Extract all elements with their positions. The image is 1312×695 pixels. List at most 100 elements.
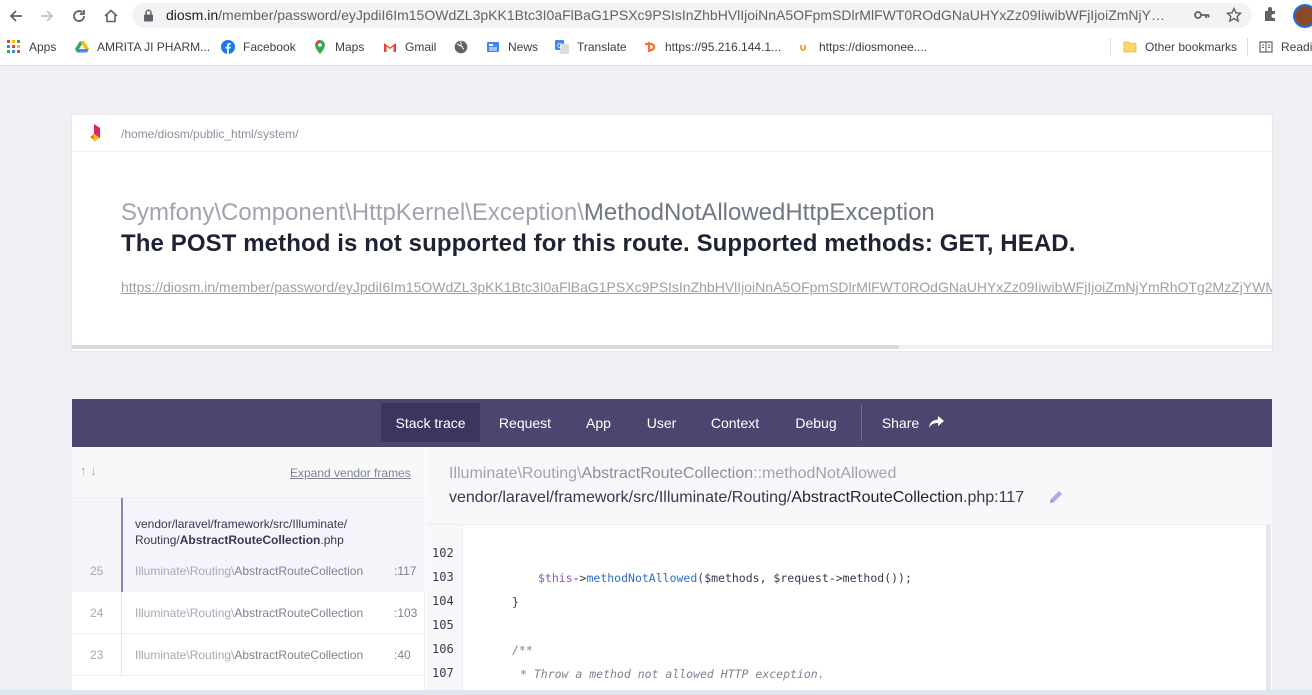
frame-number: 24 (90, 606, 104, 620)
bookmark-label: Apps (29, 40, 57, 54)
bookmark-facebook[interactable]: Facebook (221, 39, 296, 55)
frame-row[interactable]: 25 Illuminate\Routing\AbstractRouteColle… (72, 550, 425, 592)
scroll-thumb[interactable] (72, 345, 899, 349)
bookmark-gmail[interactable]: Gmail (383, 39, 436, 55)
tab-context[interactable]: Context (702, 403, 768, 442)
frame-class: Illuminate\Routing\AbstractRouteCollecti… (135, 606, 363, 620)
line-number[interactable]: 107 (432, 666, 454, 680)
reading-list-icon (1259, 41, 1273, 53)
ignition-logo-icon (90, 124, 100, 142)
method-class: AbstractRouteCollection (581, 465, 754, 482)
browser-chrome: diosm.in/member/password/eyJpdiI6Im15OWd… (0, 0, 1312, 66)
reload-button[interactable] (67, 4, 91, 28)
bookmark-globe[interactable] (454, 39, 476, 55)
code-viewer: 102 103 104 105 106 107 $this->methodNot… (426, 525, 1272, 695)
folder-icon (1123, 41, 1137, 53)
bookmark-reading-list[interactable]: Readi (1259, 39, 1312, 55)
tab-debug[interactable]: Debug (784, 403, 848, 442)
line-number[interactable]: 106 (432, 642, 454, 656)
frame-line: :40 (394, 648, 411, 662)
bookmark-apps[interactable]: Apps (7, 39, 56, 55)
tab-user[interactable]: User (638, 403, 685, 442)
apps-grid-icon (7, 40, 20, 53)
frame-method: Illuminate\Routing\AbstractRouteCollecti… (449, 465, 896, 483)
home-button[interactable] (99, 4, 123, 28)
bookmark-other[interactable]: Other bookmarks (1123, 39, 1237, 55)
bookmark-label: AMRITA JI PHARM... (97, 40, 211, 54)
line-number[interactable]: 102 (432, 546, 454, 560)
address-bar[interactable]: diosm.in/member/password/eyJpdiI6Im15OWd… (132, 3, 1252, 28)
expand-vendor-frames-link[interactable]: Expand vendor frames (290, 466, 411, 480)
active-frame[interactable]: vendor/laravel/framework/src/Illuminate/… (72, 498, 425, 592)
forward-arrow-icon (41, 10, 54, 22)
arrow-down-icon[interactable]: ↓ (90, 463, 97, 478)
drive-icon (75, 41, 89, 53)
code-line-107: * Throw a method not allowed HTTP except… (520, 667, 825, 681)
bookmark-label: https://95.216.144.1... (665, 40, 782, 54)
bookmark-diosmonee[interactable]: https://diosmonee.... (797, 39, 927, 55)
active-frame-file: vendor/laravel/framework/src/Illuminate/… (135, 516, 405, 548)
tab-request[interactable]: Request (490, 403, 560, 442)
file-name: AbstractRouteCollection (791, 489, 963, 506)
method-name: ::methodNotAllowed (753, 465, 897, 482)
extensions-puzzle-icon[interactable] (1262, 5, 1280, 23)
bookmark-news[interactable]: News (486, 39, 538, 55)
share-arrow-icon (929, 416, 945, 428)
frame-namespace: Illuminate\Routing\ (135, 648, 235, 662)
frame-class-name: AbstractRouteCollection (234, 564, 364, 578)
method-namespace: Illuminate\Routing\ (449, 465, 582, 482)
taskbar-edge (0, 690, 1312, 695)
frame-file-sub: Routing/ (135, 533, 180, 547)
pencil-edit-icon[interactable] (1048, 489, 1064, 505)
bookmark-star-icon[interactable] (1226, 7, 1242, 23)
url-path: /member/password/eyJpdiI6Im15OWdZL3pKK1B… (218, 7, 1176, 23)
app-path-bar: /home/diosm/public_html/system/ (72, 115, 1272, 152)
line-number[interactable]: 105 (432, 618, 454, 632)
app-root-path: /home/diosm/public_html/system/ (121, 127, 299, 141)
back-button[interactable] (4, 4, 28, 28)
facebook-icon (221, 40, 235, 54)
frame-number: 23 (90, 648, 104, 662)
forward-button[interactable] (35, 4, 59, 28)
globe-icon (454, 40, 468, 54)
stack-trace-panel: ↑ ↓ Expand vendor frames vendor/laravel/… (72, 447, 1272, 695)
frame-row[interactable]: 24 Illuminate\Routing\AbstractRouteColle… (72, 592, 425, 634)
bookmark-label: Maps (335, 40, 365, 54)
line-number[interactable]: 103 (432, 570, 454, 584)
tab-stack-trace[interactable]: Stack trace (381, 403, 480, 442)
bookmark-amrita[interactable]: AMRITA JI PHARM... (75, 39, 210, 55)
home-icon (104, 9, 118, 23)
bookmark-label: Other bookmarks (1145, 40, 1238, 54)
key-icon[interactable] (1194, 9, 1210, 21)
profile-avatar[interactable] (1293, 4, 1312, 28)
frame-nav-arrows[interactable]: ↑ ↓ (80, 463, 97, 478)
file-ext: .php:117 (963, 489, 1025, 506)
frame-namespace: Illuminate\Routing\ (135, 606, 235, 620)
bookmark-translate[interactable]: G Translate (555, 39, 627, 55)
share-label: Share (881, 414, 920, 431)
bookmark-label: Gmail (405, 40, 437, 54)
svg-text:G: G (557, 42, 562, 50)
frames-list: ↑ ↓ Expand vendor frames vendor/laravel/… (72, 447, 425, 695)
url-host: diosm.in (166, 7, 219, 23)
cpanel-icon (645, 42, 656, 52)
bookmark-label: Facebook (243, 40, 296, 54)
bookmarks-separator (1110, 38, 1111, 56)
frame-line: :117 (394, 564, 417, 578)
tab-app[interactable]: App (575, 403, 622, 442)
exception-header-card: /home/diosm/public_html/system/ Symfony\… (72, 115, 1272, 351)
arrow-up-icon[interactable]: ↑ (80, 463, 87, 478)
file-dir: vendor/laravel/framework/src/Illuminate/… (449, 489, 792, 506)
request-url-link[interactable]: https://diosm.in/member/password/eyJpdiI… (121, 279, 1272, 295)
frame-class: Illuminate\Routing\AbstractRouteCollecti… (135, 648, 363, 662)
share-button[interactable]: Share (878, 403, 948, 442)
frame-row[interactable]: 23 Illuminate\Routing\AbstractRouteColle… (72, 634, 425, 676)
frames-header: ↑ ↓ Expand vendor frames (72, 447, 425, 498)
code-scrollbar[interactable] (1266, 525, 1271, 695)
bookmark-maps[interactable]: Maps (313, 39, 364, 55)
bookmark-label: https://diosmonee.... (819, 40, 928, 54)
bookmark-cpanel[interactable]: https://95.216.144.1... (643, 39, 781, 55)
address-url: diosm.in/member/password/eyJpdiI6Im15OWd… (166, 7, 1176, 23)
exception-class: Symfony\Component\HttpKernel\Exception\M… (121, 199, 935, 227)
line-number[interactable]: 104 (432, 594, 454, 608)
